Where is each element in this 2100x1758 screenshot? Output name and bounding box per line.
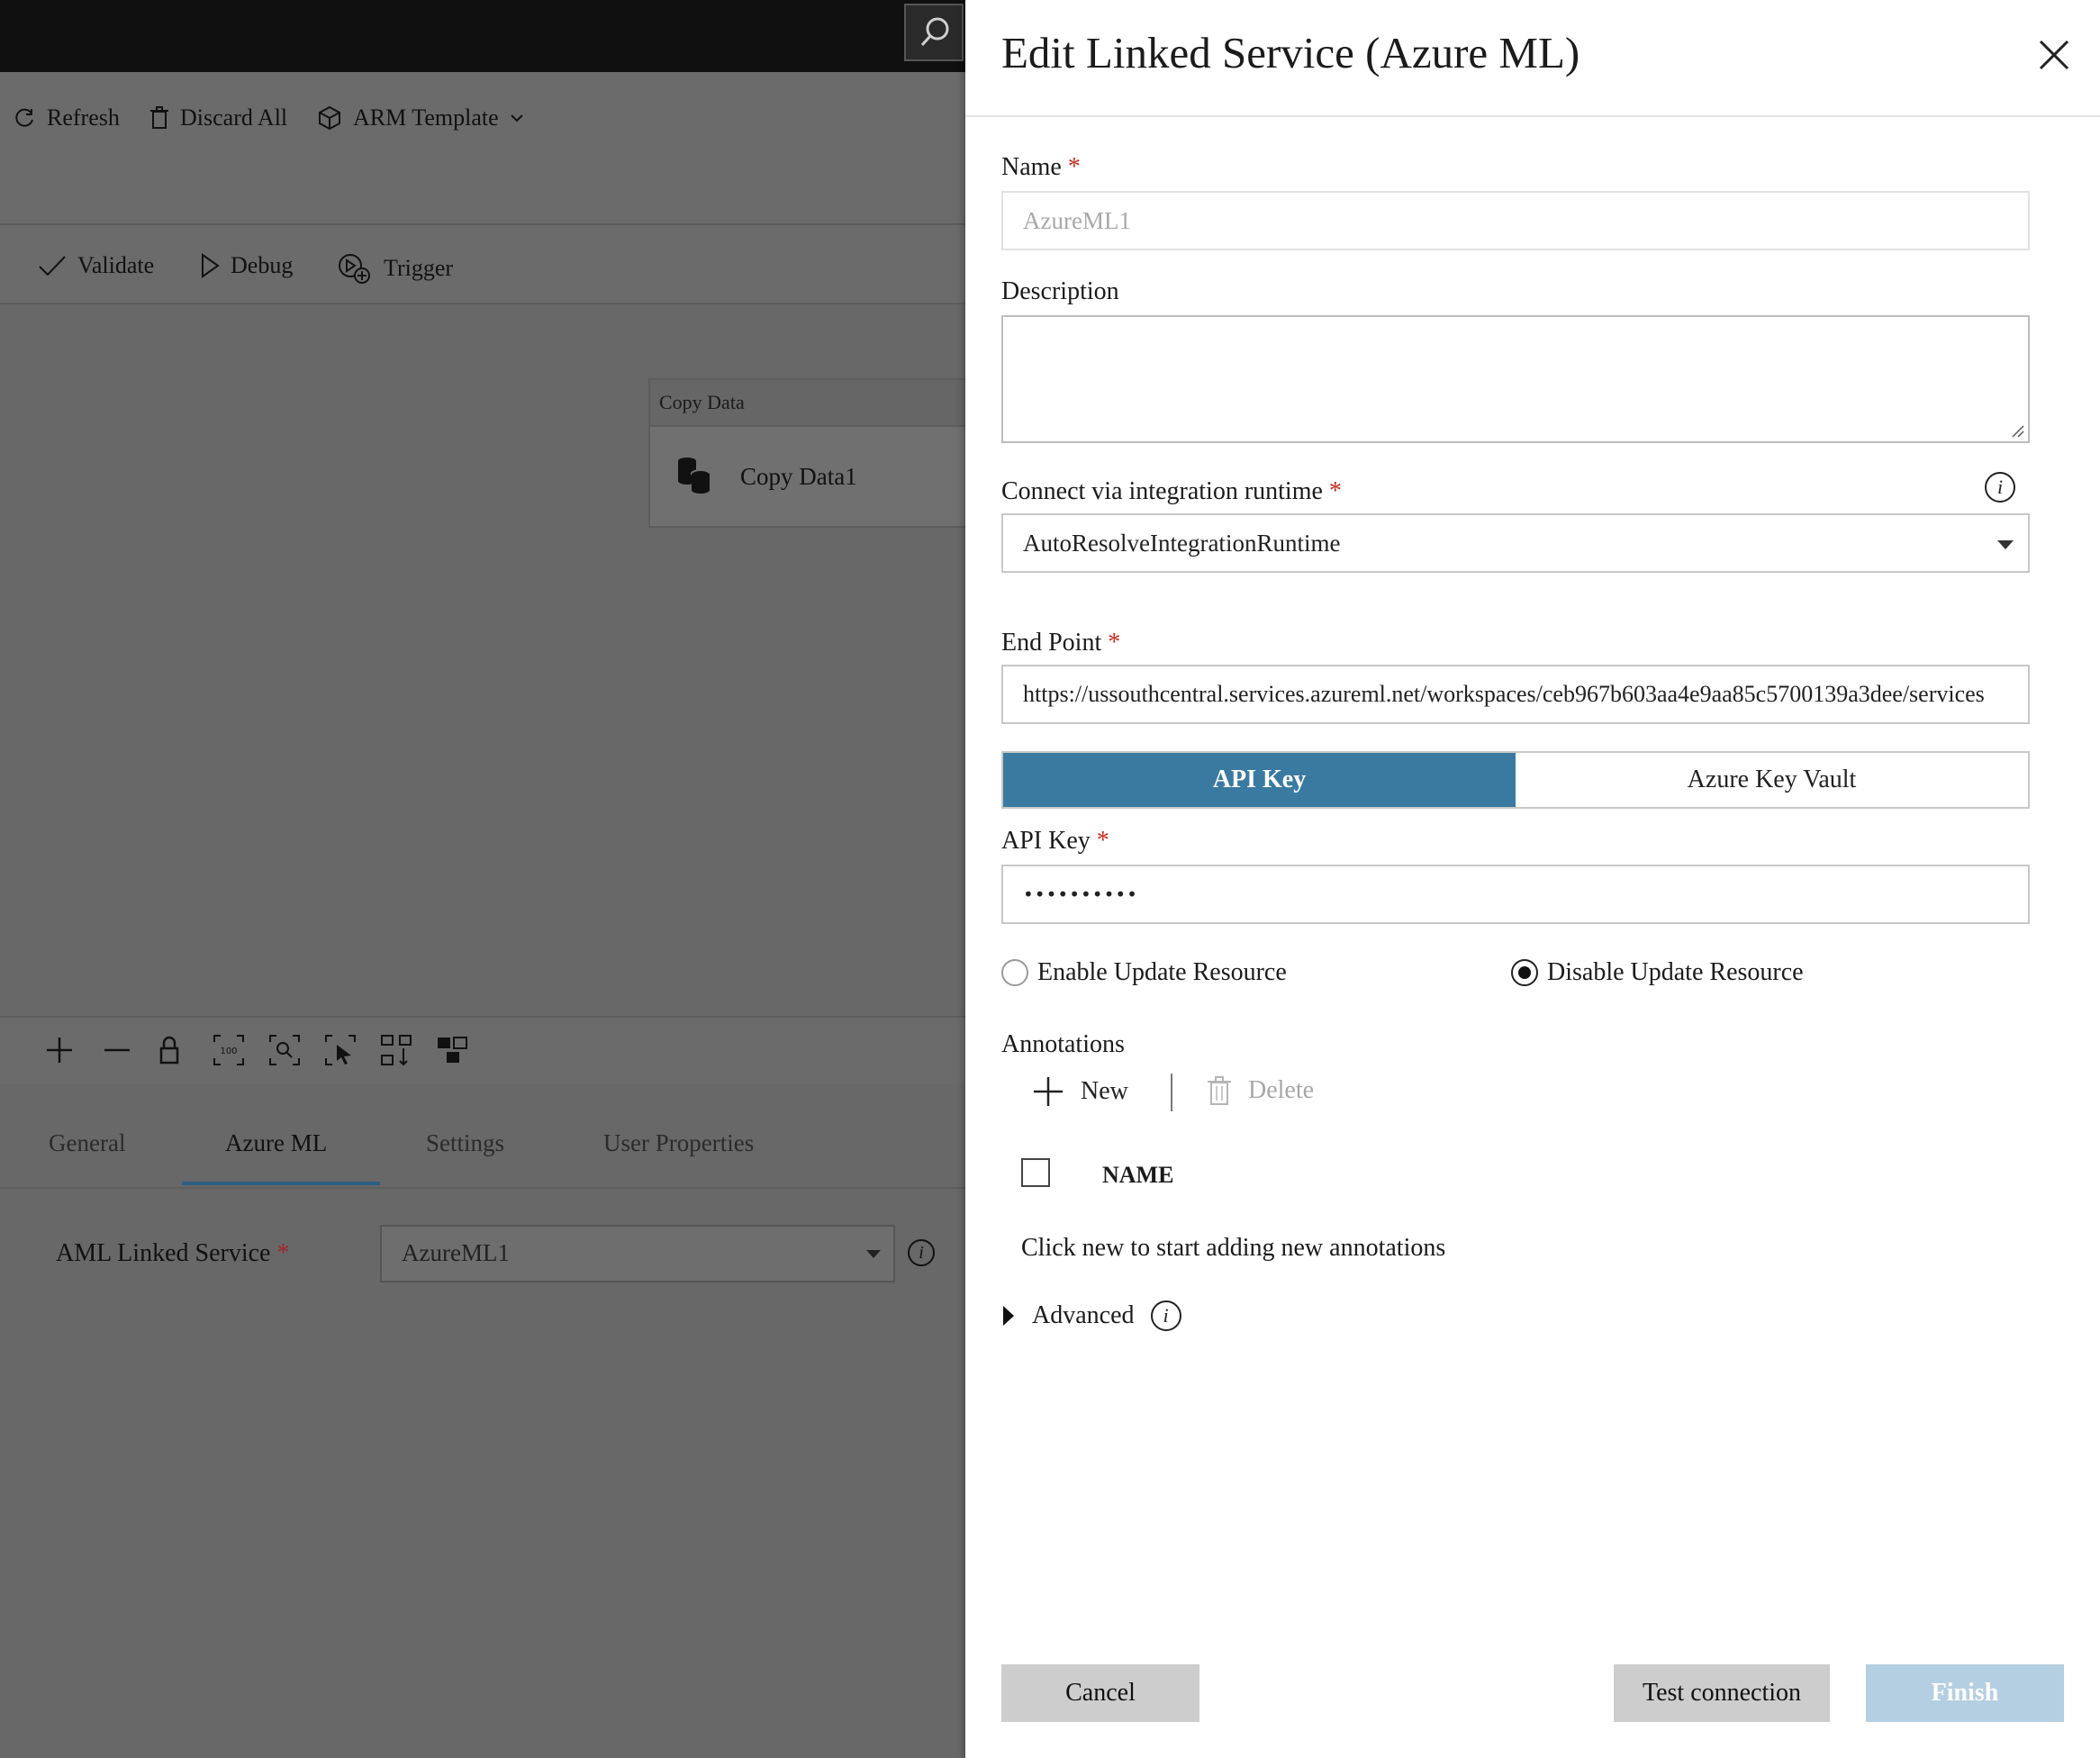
discard-all-label: Discard All <box>180 104 288 131</box>
auto-align-icon[interactable] <box>380 1034 412 1066</box>
advanced-toggle[interactable]: Advanced i <box>1001 1300 1181 1331</box>
database-icon <box>678 458 711 494</box>
chevron-down-icon <box>510 114 523 122</box>
name-field[interactable]: AzureML1 <box>1001 191 2030 250</box>
zoom-out-icon[interactable] <box>101 1034 133 1066</box>
checkmark-icon <box>39 256 66 276</box>
arm-template-icon <box>319 105 340 131</box>
new-label: New <box>1081 1077 1128 1105</box>
caret-right-icon <box>1003 1306 1014 1326</box>
refresh-button[interactable]: Refresh <box>13 104 120 131</box>
annotations-empty-text: Click new to start adding new annotation… <box>1021 1234 1446 1262</box>
dropdown-caret-icon <box>1997 540 2014 549</box>
activity-name: Copy Data1 <box>740 463 857 490</box>
finish-button[interactable]: Finish <box>1866 1664 2064 1722</box>
select-all-checkbox[interactable] <box>1021 1158 1050 1187</box>
copy-data-activity[interactable]: Copy Data Copy Data1 <box>648 378 965 528</box>
play-icon <box>202 253 220 278</box>
api-key-label: API Key * <box>1001 827 1109 855</box>
layout-icon[interactable] <box>436 1034 468 1066</box>
tab-settings[interactable]: Settings <box>426 1129 504 1157</box>
pipeline-toolbar: Validate Debug Trigger <box>0 225 965 304</box>
dropdown-caret-icon <box>866 1250 881 1258</box>
enable-update-radio[interactable] <box>1001 959 1028 986</box>
trigger-button[interactable]: Trigger <box>337 252 453 285</box>
close-icon[interactable] <box>2033 34 2075 76</box>
disable-update-resource-option[interactable]: Disable Update Resource <box>1511 958 1804 987</box>
canvas-toolbar: 100 <box>0 1016 965 1086</box>
delete-label: Delete <box>1248 1076 1315 1104</box>
discard-all-button[interactable]: Discard All <box>149 104 287 131</box>
enable-update-resource-option[interactable]: Enable Update Resource <box>1001 958 1287 987</box>
zoom-100-icon[interactable]: 100 <box>213 1034 245 1066</box>
aml-linked-service-value: AzureML1 <box>402 1239 510 1266</box>
debug-button[interactable]: Debug <box>200 252 293 279</box>
validate-button[interactable]: Validate <box>38 252 154 279</box>
toolbar-divider <box>1171 1074 1172 1111</box>
edit-linked-service-panel: Edit Linked Service (Azure ML) Name * Az… <box>965 0 2100 1758</box>
top-bar <box>0 0 965 72</box>
tab-user-properties[interactable]: User Properties <box>603 1129 754 1157</box>
trigger-icon <box>339 254 370 284</box>
disable-update-radio[interactable] <box>1511 959 1538 986</box>
test-connection-button[interactable]: Test connection <box>1614 1664 1830 1722</box>
disable-update-label: Disable Update Resource <box>1547 958 1804 986</box>
aml-linked-service-select[interactable]: AzureML1 <box>380 1225 895 1282</box>
debug-label: Debug <box>231 252 294 278</box>
search-icon[interactable] <box>904 4 964 61</box>
zoom-in-icon[interactable] <box>43 1034 76 1066</box>
enable-update-label: Enable Update Resource <box>1037 958 1287 986</box>
resize-grip-icon[interactable] <box>2010 423 2024 438</box>
arm-template-button[interactable]: ARM Template <box>317 104 524 131</box>
properties-tabs: General Azure ML Settings User Propertie… <box>0 1101 965 1189</box>
description-label: Description <box>1001 277 1119 305</box>
runtime-select[interactable]: AutoResolveIntegrationRuntime <box>1001 513 2030 573</box>
cancel-button[interactable]: Cancel <box>1001 1664 1199 1722</box>
title-divider <box>965 115 2100 117</box>
validate-label: Validate <box>77 252 155 278</box>
endpoint-field[interactable]: https://ussouthcentral.services.azureml.… <box>1001 665 2030 724</box>
trash-icon <box>1208 1076 1231 1105</box>
auth-type-toggle: API Key Azure Key Vault <box>1001 751 2030 809</box>
active-tab-indicator <box>182 1182 380 1185</box>
activity-type-label: Copy Data <box>650 380 965 427</box>
zoom-fit-icon[interactable] <box>268 1034 301 1066</box>
panel-title: Edit Linked Service (Azure ML) <box>1001 28 1580 77</box>
trigger-label: Trigger <box>384 255 454 281</box>
runtime-label: Connect via integration runtime * <box>1001 477 1342 505</box>
plus-icon <box>1034 1077 1063 1106</box>
factory-toolbar: Refresh Discard All ARM Template <box>0 72 965 225</box>
select-icon[interactable] <box>324 1034 357 1066</box>
info-icon[interactable]: i <box>1985 472 2015 503</box>
api-key-field[interactable]: •••••••••• <box>1001 865 2030 924</box>
trash-icon <box>150 106 168 129</box>
name-label: Name * <box>1001 153 1081 181</box>
azure-key-vault-tab[interactable]: Azure Key Vault <box>1516 753 2028 807</box>
tab-general[interactable]: General <box>49 1129 125 1157</box>
tab-azure-ml[interactable]: Azure ML <box>225 1129 327 1157</box>
refresh-icon <box>15 108 33 127</box>
delete-annotation-button[interactable]: Delete <box>1207 1075 1314 1106</box>
advanced-label: Advanced <box>1032 1301 1135 1329</box>
info-icon[interactable]: i <box>908 1239 935 1266</box>
svg-text:100: 100 <box>220 1047 237 1056</box>
description-field[interactable] <box>1001 315 2030 443</box>
aml-linked-service-label: AML Linked Service * <box>56 1239 290 1267</box>
annotations-label: Annotations <box>1001 1030 1125 1058</box>
endpoint-label: End Point * <box>1001 629 1121 657</box>
name-column-header: NAME <box>1102 1162 1174 1188</box>
runtime-value: AutoResolveIntegrationRuntime <box>1023 529 1341 557</box>
api-key-tab[interactable]: API Key <box>1003 753 1516 807</box>
refresh-label: Refresh <box>47 104 120 131</box>
info-icon[interactable]: i <box>1150 1300 1181 1331</box>
arm-template-label: ARM Template <box>353 104 499 131</box>
new-annotation-button[interactable]: New <box>1032 1075 1128 1108</box>
lock-icon[interactable] <box>153 1034 186 1066</box>
